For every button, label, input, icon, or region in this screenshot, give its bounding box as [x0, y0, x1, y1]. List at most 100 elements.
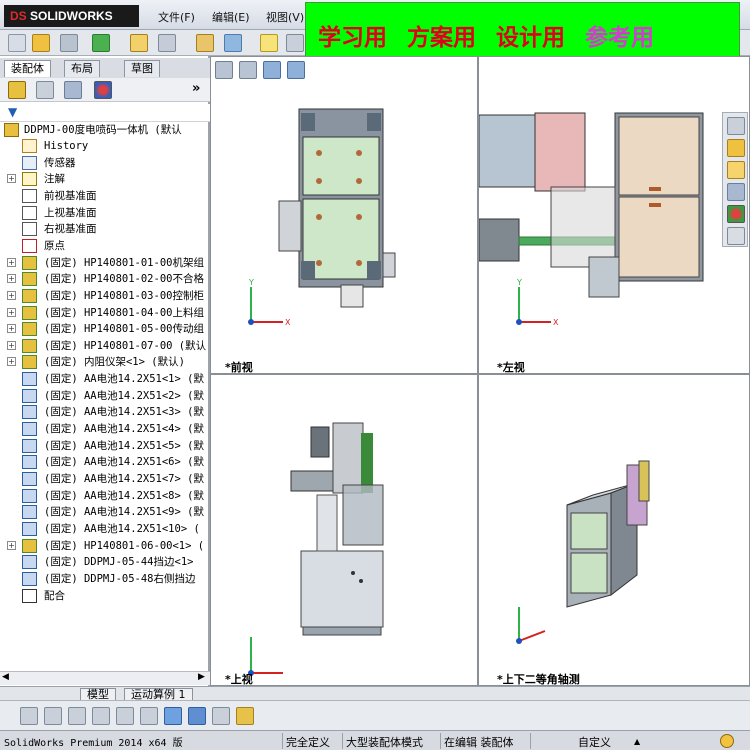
tree-item[interactable]: + 注解 [0, 171, 210, 187]
tree-item[interactable]: + (固定) HP140801-06-00<1> ( [0, 538, 210, 554]
tab-assembly[interactable]: 装配体 [4, 60, 51, 77]
tree-item[interactable]: History [0, 138, 210, 154]
menu-file[interactable]: 文件(F) [158, 9, 195, 25]
rebuild-icon[interactable] [92, 34, 110, 52]
tree-item[interactable]: + (固定) HP140801-05-00传动组 [0, 321, 210, 337]
shaded-icon[interactable] [188, 707, 206, 725]
viewport-front[interactable]: YX *前视 [210, 56, 478, 374]
expand-toggle-icon[interactable]: + [7, 324, 16, 334]
expand-panel-icon[interactable]: » [192, 81, 200, 96]
design-library-icon[interactable] [727, 139, 745, 157]
view-layout-icon[interactable] [164, 707, 182, 725]
expand-toggle-icon[interactable]: + [7, 340, 16, 350]
tree-item[interactable]: 配合 [0, 588, 210, 604]
tree-item[interactable]: + (固定) 内阻仪架<1> (默认) [0, 354, 210, 370]
configuration-manager-icon[interactable] [64, 81, 82, 99]
tree-item[interactable]: (固定) AA电池14.2X51<8> (默 [0, 488, 210, 504]
tree-item-label: (固定) AA电池14.2X51<5> (默 [44, 439, 204, 452]
tree-item-label: (固定) AA电池14.2X51<9> (默 [44, 506, 204, 519]
tree-item[interactable]: (固定) AA电池14.2X51<10> ( [0, 521, 210, 537]
mate-icon[interactable] [224, 34, 242, 52]
custom-properties-icon[interactable] [727, 227, 745, 245]
scroll-left-icon[interactable]: ◀ [2, 672, 9, 682]
status-units[interactable]: 自定义 [578, 734, 611, 750]
tree-item[interactable]: (固定) AA电池14.2X51<2> (默 [0, 388, 210, 404]
tree-item[interactable]: (固定) DDPMJ-05-44挡边<1> [0, 554, 210, 570]
tree-item[interactable]: 传感器 [0, 155, 210, 171]
tree-item[interactable]: + (固定) HP140801-02-00不合格 [0, 271, 210, 287]
tree-item[interactable]: (固定) DDPMJ-05-48右侧挡边 [0, 571, 210, 587]
tree-item[interactable]: 右视基准面 [0, 221, 210, 237]
tree-item[interactable]: (固定) AA电池14.2X51<6> (默 [0, 454, 210, 470]
viewport-isometric[interactable]: *上下二等角轴测 [478, 374, 750, 686]
tree-item-label: (固定) AA电池14.2X51<7> (默 [44, 473, 204, 485]
tree-horizontal-scrollbar[interactable]: ◀ ▶ [0, 671, 210, 685]
tree-item[interactable]: (固定) AA电池14.2X51<9> (默 [0, 504, 210, 520]
render-icon[interactable] [236, 707, 254, 725]
tree-item[interactable]: + (固定) HP140801-04-00上料组 [0, 305, 210, 321]
tree-root[interactable]: DDPMJ-00度电喷码一体机 (默认 [0, 122, 210, 138]
tree-item[interactable]: + (固定) HP140801-03-00控制柜 [0, 288, 210, 304]
attach-icon[interactable] [60, 34, 78, 52]
status-large-assembly: 大型装配体模式 [346, 736, 423, 749]
select-icon[interactable] [158, 34, 176, 52]
smart-dimension-icon[interactable] [44, 707, 62, 725]
tab-sketch[interactable]: 草图 [124, 60, 160, 77]
resources-icon[interactable] [727, 117, 745, 135]
smart-fastener-icon[interactable] [260, 34, 278, 52]
view-palette-icon[interactable] [727, 183, 745, 201]
feature-manager-icon[interactable] [8, 81, 26, 99]
part-icon [22, 405, 37, 420]
viewport-top[interactable]: *上视 [210, 374, 478, 686]
expand-toggle-icon[interactable]: + [7, 540, 16, 550]
options-icon[interactable] [130, 34, 148, 52]
scroll-right-icon[interactable]: ▶ [198, 672, 205, 682]
appearances-icon[interactable] [727, 205, 745, 223]
filter-icon[interactable]: ▼ [8, 105, 17, 119]
origin-icon [22, 238, 37, 253]
banner-text-reference: 参考用 [585, 25, 654, 51]
sketch-icon[interactable] [20, 707, 38, 725]
tree-item[interactable]: (固定) AA电池14.2X51<3> (默 [0, 404, 210, 420]
expand-toggle-icon[interactable]: + [7, 357, 16, 367]
line-icon[interactable] [68, 707, 86, 725]
open-icon[interactable] [32, 34, 50, 52]
help-icon[interactable] [720, 734, 734, 748]
tab-layout[interactable]: 布局 [64, 60, 100, 77]
expand-toggle-icon[interactable]: + [7, 290, 16, 300]
tree-item[interactable]: 原点 [0, 238, 210, 254]
tree-item[interactable]: + (固定) HP140801-07-00 (默认 [0, 338, 210, 354]
display-manager-icon[interactable] [94, 81, 112, 99]
expand-toggle-icon[interactable]: + [7, 174, 16, 184]
expand-toggle-icon[interactable]: + [7, 257, 16, 267]
viewport-left[interactable]: YX *左视 [478, 56, 750, 374]
left-view-drawing: YX [479, 112, 704, 327]
new-icon[interactable] [8, 34, 26, 52]
menu-edit[interactable]: 编辑(E) [212, 9, 250, 25]
units-dropdown-icon[interactable]: ▲ [634, 737, 640, 746]
list-icon[interactable] [92, 707, 110, 725]
expand-toggle-icon[interactable]: + [7, 307, 16, 317]
expand-toggle-icon[interactable]: + [7, 274, 16, 284]
view-label-front: *前视 [225, 361, 253, 374]
property-manager-icon[interactable] [36, 81, 54, 99]
tree-item[interactable]: (固定) AA电池14.2X51<5> (默 [0, 438, 210, 454]
tree-item[interactable]: 上视基准面 [0, 205, 210, 221]
annotation-icon [22, 172, 37, 187]
grid-icon[interactable] [116, 707, 134, 725]
file-explorer-icon[interactable] [727, 161, 745, 179]
tree-item[interactable]: (固定) AA电池14.2X51<4> (默 [0, 421, 210, 437]
part-icon [22, 455, 37, 470]
four-view-icon[interactable] [212, 707, 230, 725]
insert-component-icon[interactable] [196, 34, 214, 52]
tree-item[interactable]: 前视基准面 [0, 188, 210, 204]
table-icon[interactable] [140, 707, 158, 725]
tree-item[interactable]: (固定) AA电池14.2X51<7> (默 [0, 471, 210, 487]
tree-item-label: (固定) AA电池14.2X51<6> (默 [44, 456, 204, 469]
tree-item[interactable]: + (固定) HP140801-01-00机架组 [0, 255, 210, 271]
menu-view[interactable]: 视图(V) [266, 9, 304, 25]
tree-item[interactable]: (固定) AA电池14.2X51<1> (默 [0, 371, 210, 387]
part-icon [22, 438, 37, 453]
move-component-icon[interactable] [286, 34, 304, 52]
solidworks-logo[interactable]: DS SOLIDWORKS [4, 5, 139, 27]
